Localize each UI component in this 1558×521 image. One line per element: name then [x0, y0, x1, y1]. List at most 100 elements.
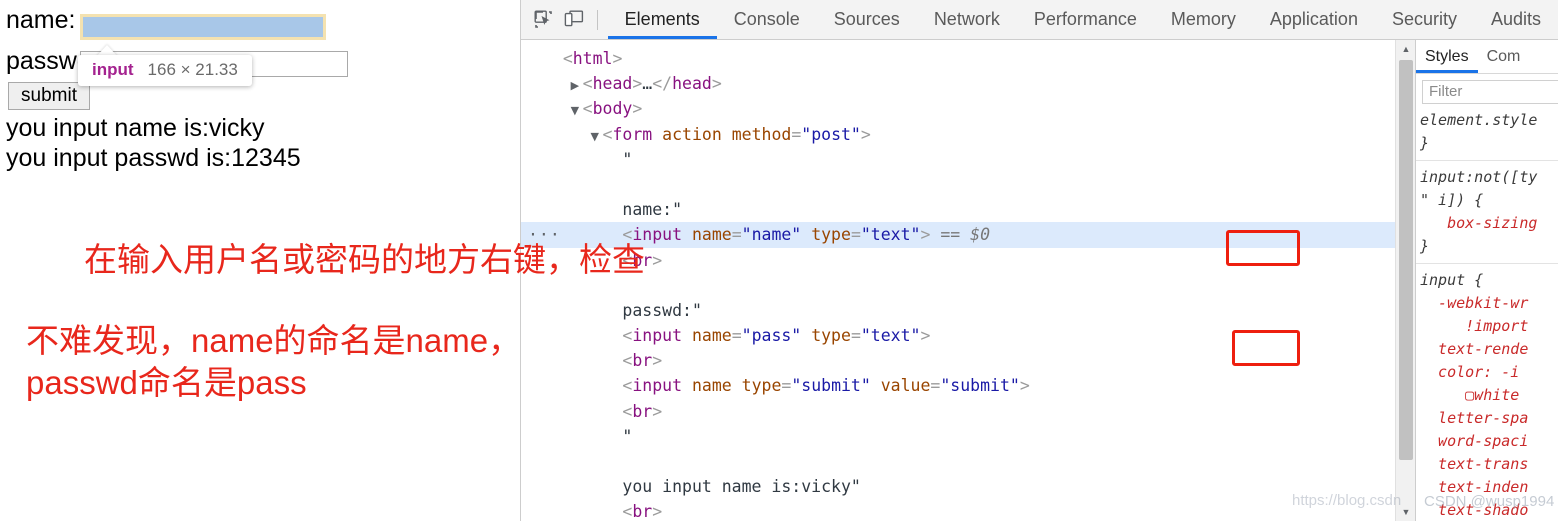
- devtools-tab-audits[interactable]: Audits: [1474, 0, 1558, 39]
- dom-tree-row[interactable]: <html>: [521, 46, 1395, 71]
- tooltip-dimensions: 166 × 21.33: [147, 60, 238, 79]
- dom-token-val: "submit": [940, 376, 1020, 396]
- output-passwd-text: you input passwd is:12345: [6, 144, 301, 172]
- dom-token-ang: <: [602, 124, 613, 144]
- dom-token-tag: input: [632, 225, 683, 245]
- dom-token-txt: name:": [622, 200, 683, 220]
- styles-tab-styles[interactable]: Styles: [1416, 40, 1478, 73]
- dom-token-ang: <: [622, 401, 633, 421]
- dom-token-ang: =: [781, 376, 792, 396]
- twisty-expanded-icon[interactable]: ▼: [571, 98, 583, 123]
- dom-token-txt: [722, 125, 732, 144]
- dom-token-attr: name: [691, 376, 732, 396]
- dom-row-indent: [521, 251, 610, 270]
- dom-row-indent: [521, 502, 610, 521]
- dom-row-indent: [521, 150, 610, 169]
- dom-token-ang: =: [850, 225, 861, 245]
- devtools-tab-memory[interactable]: Memory: [1154, 0, 1253, 39]
- scrollbar-thumb[interactable]: [1399, 60, 1413, 460]
- twisty-collapsed-icon[interactable]: ▶: [571, 73, 583, 98]
- dom-token-txt: [682, 225, 692, 244]
- devtools-panel: Elements Console Sources Network Performance…: [520, 0, 1558, 521]
- scroll-up-arrow-icon[interactable]: ▲: [1396, 40, 1416, 58]
- dom-token-ang: <: [582, 74, 593, 94]
- rendered-page-pane: name: passwd: submit you input name is:v…: [0, 0, 520, 521]
- css-line: !import: [1420, 317, 1529, 335]
- dom-token-ang: >: [652, 250, 663, 270]
- dom-token-val: "text": [860, 225, 921, 245]
- devtools-tab-network[interactable]: Network: [917, 0, 1017, 39]
- dom-token-ang: >: [632, 99, 643, 119]
- css-line: word-spaci: [1420, 432, 1529, 450]
- devtools-tab-elements[interactable]: Elements: [608, 0, 717, 39]
- dom-tree-row[interactable]: ": [521, 424, 1395, 449]
- dom-tree-row[interactable]: [521, 172, 1395, 197]
- css-line: text-inden: [1420, 478, 1529, 496]
- twisty-expanded-icon[interactable]: ▼: [591, 124, 603, 149]
- dom-token-txt: you input name is:vicky": [622, 477, 861, 497]
- dom-tree-row[interactable]: ▼ <body>: [521, 96, 1395, 121]
- dom-tree-row[interactable]: [521, 449, 1395, 474]
- dom-tree-row[interactable]: ": [521, 147, 1395, 172]
- dom-token-val: "post": [801, 124, 861, 144]
- dom-token-ang: <: [582, 99, 593, 119]
- dom-tree-row[interactable]: <input name type="submit" value="submit"…: [521, 373, 1395, 398]
- dom-row-indent: [521, 99, 571, 118]
- dom-row-indent: [521, 351, 610, 370]
- styles-rule-list: element.style} input:not([ty " i]) { box-s…: [1416, 104, 1558, 521]
- devtools-tab-security[interactable]: Security: [1375, 0, 1474, 39]
- dom-row-ellipsis-icon[interactable]: ···: [528, 222, 561, 247]
- dom-tree-row[interactable]: ▶ <head>…</head>: [521, 71, 1395, 96]
- dom-tree-row[interactable]: name:": [521, 197, 1395, 222]
- dom-token-ang: >: [652, 351, 663, 371]
- dom-token-txt: [682, 376, 692, 395]
- scroll-down-arrow-icon[interactable]: ▼: [1396, 503, 1416, 521]
- css-rule-block[interactable]: input { -webkit-wr !import text-rende co…: [1416, 264, 1558, 521]
- dom-token-ang: =: [791, 124, 802, 144]
- submit-button[interactable]: submit: [8, 82, 90, 110]
- dom-tree-scrollbar[interactable]: ▲ ▼: [1395, 40, 1415, 521]
- devtools-tab-sources[interactable]: Sources: [817, 0, 917, 39]
- dom-tree-row[interactable]: ··· <input name="name" type="text"> == $…: [521, 222, 1395, 248]
- dom-tree-row[interactable]: <input name="pass" type="text">: [521, 323, 1395, 348]
- dom-tree-row[interactable]: [521, 273, 1395, 298]
- dom-tree-row[interactable]: <br>: [521, 248, 1395, 273]
- dom-token-ang: >: [711, 74, 722, 94]
- dom-token-attr: name: [691, 225, 732, 245]
- devtools-tab-performance[interactable]: Performance: [1017, 0, 1154, 39]
- dom-token-ang: >: [652, 502, 663, 521]
- css-line: input {: [1420, 271, 1484, 289]
- dom-tree-row[interactable]: <br>: [521, 499, 1395, 521]
- devtools-body: <html> ▶ <head>…</head> ▼ <body> ▼ <form ac…: [521, 40, 1558, 521]
- dom-row-indent: [521, 376, 610, 395]
- dom-token-tag: html: [572, 49, 613, 68]
- dom-tree-row[interactable]: <br>: [521, 399, 1395, 424]
- devtools-tab-console[interactable]: Console: [717, 0, 817, 39]
- devtools-tab-application[interactable]: Application: [1253, 0, 1375, 39]
- css-rule-block[interactable]: element.style}: [1416, 104, 1558, 161]
- css-line: letter-spa: [1420, 409, 1529, 427]
- dom-token-ang: =: [850, 326, 861, 346]
- dom-tree-row[interactable]: passwd:": [521, 298, 1395, 323]
- dom-token-tag: body: [592, 99, 633, 119]
- dom-tree-row[interactable]: ▼ <form action method="post">: [521, 122, 1395, 147]
- dom-token-tag: br: [632, 351, 653, 371]
- inspect-element-icon[interactable]: [531, 3, 557, 37]
- css-rule-block[interactable]: input:not([ty " i]) { box-sizing}: [1416, 161, 1558, 264]
- dom-token-attr: type: [811, 326, 851, 346]
- element-size-tooltip: input 166 × 21.33: [78, 55, 252, 86]
- dom-token-ang: <: [622, 376, 633, 396]
- dom-token-ang: =: [930, 376, 941, 396]
- dom-tree-row[interactable]: you input name is:vicky": [521, 474, 1395, 499]
- dom-tree-row[interactable]: <br>: [521, 348, 1395, 373]
- name-input[interactable]: [80, 14, 326, 40]
- dom-tree-pane[interactable]: <html> ▶ <head>…</head> ▼ <body> ▼ <form ac…: [521, 40, 1395, 521]
- styles-filter-input[interactable]: Filter: [1422, 80, 1558, 104]
- dom-token-ang: <: [622, 326, 633, 346]
- dom-token-ang: >: [652, 401, 663, 421]
- device-toolbar-icon[interactable]: [561, 3, 587, 37]
- css-line: ▢white: [1420, 386, 1520, 404]
- dom-row-indent: [521, 74, 571, 93]
- styles-tab-com[interactable]: Com: [1478, 40, 1530, 73]
- css-line: text-shado: [1420, 501, 1529, 519]
